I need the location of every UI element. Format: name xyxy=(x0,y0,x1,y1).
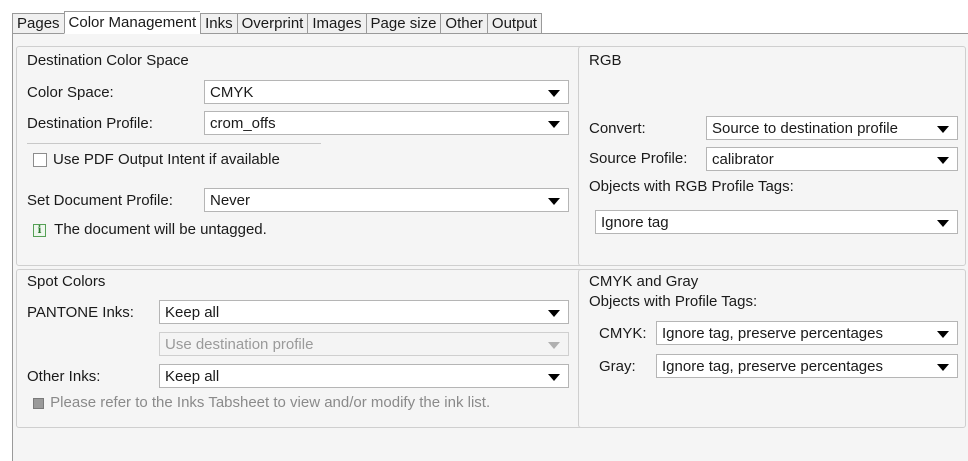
cmyk-gray-group: CMYK and Gray Objects with Profile Tags:… xyxy=(578,269,966,428)
use-output-intent-checkbox[interactable] xyxy=(33,153,47,167)
gray-value: Ignore tag, preserve percentages xyxy=(662,357,883,375)
gray-select[interactable]: Ignore tag, preserve percentages xyxy=(656,354,958,378)
chevron-down-icon xyxy=(937,157,949,164)
tab-bar: Pages Color Management Inks Overprint Im… xyxy=(12,11,542,34)
other-inks-value: Keep all xyxy=(165,367,220,385)
tab-pages[interactable]: Pages xyxy=(12,13,64,34)
profile-tags-label: Objects with Profile Tags: xyxy=(589,293,758,310)
cmyk-value: Ignore tag, preserve percentages xyxy=(662,324,883,342)
tab-content-panel: Destination Color Space Color Space: CMY… xyxy=(12,33,968,461)
pantone-profile-value: Use destination profile xyxy=(165,335,314,353)
chevron-down-icon xyxy=(548,310,560,317)
untagged-info: i The document will be untagged. xyxy=(33,221,267,238)
source-profile-value: calibrator xyxy=(712,150,774,168)
spot-colors-group: Spot Colors PANTONE Inks: Keep all Use d… xyxy=(16,269,583,428)
rgb-objects-select[interactable]: Ignore tag xyxy=(595,210,958,234)
color-space-select[interactable]: CMYK xyxy=(204,80,569,104)
other-inks-select[interactable]: Keep all xyxy=(159,364,569,388)
tab-page-size[interactable]: Page size xyxy=(365,13,441,34)
tab-overprint[interactable]: Overprint xyxy=(236,13,308,34)
spot-colors-group-title: Spot Colors xyxy=(27,273,106,290)
set-document-profile-value: Never xyxy=(210,191,251,209)
destination-color-space-group: Destination Color Space Color Space: CMY… xyxy=(16,46,583,266)
inks-note: Please refer to the Inks Tabsheet to vie… xyxy=(33,394,490,411)
chevron-down-icon xyxy=(548,342,560,349)
tab-other[interactable]: Other xyxy=(440,13,487,34)
cmyk-label: CMYK: xyxy=(599,325,647,342)
untagged-info-text: The document will be untagged. xyxy=(54,221,267,238)
pantone-inks-value: Keep all xyxy=(165,303,220,321)
inks-note-text: Please refer to the Inks Tabsheet to vie… xyxy=(50,394,491,411)
set-document-profile-select[interactable]: Never xyxy=(204,188,569,212)
pantone-inks-select[interactable]: Keep all xyxy=(159,300,569,324)
destination-group-title: Destination Color Space xyxy=(27,52,189,69)
rgb-objects-label: Objects with RGB Profile Tags: xyxy=(589,178,794,195)
chevron-down-icon xyxy=(548,90,560,97)
use-output-intent-label[interactable]: Use PDF Output Intent if available xyxy=(53,151,280,168)
cmyk-select[interactable]: Ignore tag, preserve percentages xyxy=(656,321,958,345)
cmyk-gray-group-title: CMYK and Gray xyxy=(589,273,699,290)
source-profile-label: Source Profile: xyxy=(589,150,688,167)
convert-select[interactable]: Source to destination profile xyxy=(706,116,958,140)
note-icon xyxy=(33,397,44,409)
chevron-down-icon xyxy=(937,126,949,133)
source-profile-select[interactable]: calibrator xyxy=(706,147,958,171)
convert-label: Convert: xyxy=(589,120,646,137)
rgb-group-title: RGB xyxy=(589,52,622,69)
color-space-value: CMYK xyxy=(210,83,254,101)
gray-label: Gray: xyxy=(599,358,636,375)
tab-color-management[interactable]: Color Management xyxy=(63,11,201,34)
other-inks-label: Other Inks: xyxy=(27,368,101,385)
chevron-down-icon xyxy=(937,220,949,227)
chevron-down-icon xyxy=(548,374,560,381)
rgb-objects-value: Ignore tag xyxy=(601,213,669,231)
pantone-profile-select: Use destination profile xyxy=(159,332,569,356)
color-space-label: Color Space: xyxy=(27,84,114,101)
pantone-inks-label: PANTONE Inks: xyxy=(27,304,134,321)
destination-profile-value: crom_offs xyxy=(210,114,276,132)
set-document-profile-label: Set Document Profile: xyxy=(27,192,173,209)
chevron-down-icon xyxy=(548,121,560,128)
convert-value: Source to destination profile xyxy=(712,119,898,137)
divider xyxy=(27,143,321,144)
chevron-down-icon xyxy=(937,364,949,371)
destination-profile-select[interactable]: crom_offs xyxy=(204,111,569,135)
chevron-down-icon xyxy=(548,198,560,205)
tab-inks[interactable]: Inks xyxy=(200,13,237,34)
chevron-down-icon xyxy=(937,331,949,338)
tab-images[interactable]: Images xyxy=(307,13,366,34)
tab-output[interactable]: Output xyxy=(486,13,542,34)
rgb-group: RGB Convert: Source to destination profi… xyxy=(578,46,966,266)
info-icon: i xyxy=(33,223,46,237)
destination-profile-label: Destination Profile: xyxy=(27,115,153,132)
